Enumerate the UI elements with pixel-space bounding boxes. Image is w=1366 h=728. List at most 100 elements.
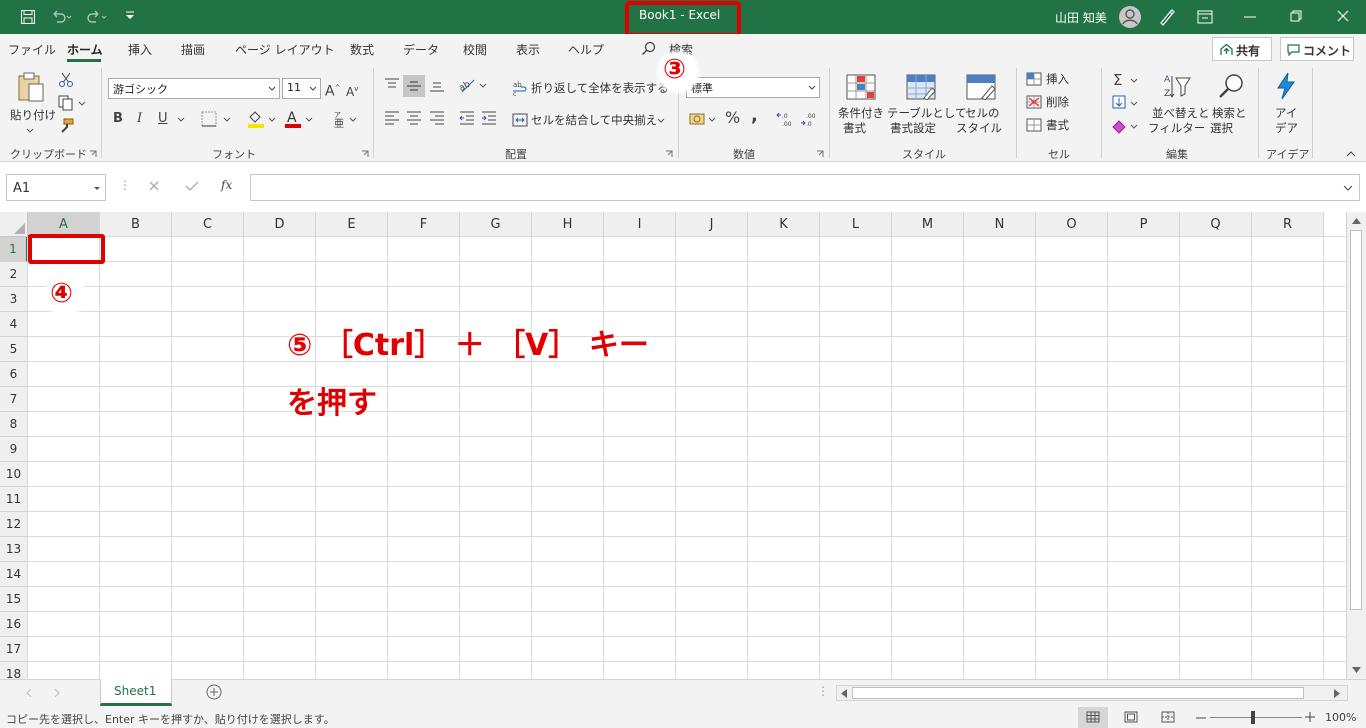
copy-icon[interactable] bbox=[58, 95, 88, 111]
normal-view-button[interactable] bbox=[1078, 707, 1108, 728]
restore-icon[interactable] bbox=[1290, 10, 1302, 22]
horizontal-scrollbar[interactable] bbox=[836, 685, 1348, 701]
collapse-ribbon-icon[interactable] bbox=[1346, 150, 1356, 157]
minimize-icon[interactable] bbox=[1244, 16, 1256, 18]
tab-formulas[interactable]: 数式 bbox=[350, 41, 374, 58]
vertical-scrollbar[interactable] bbox=[1346, 212, 1366, 679]
user-name[interactable]: 山田 知美 bbox=[1055, 9, 1107, 26]
increase-indent-icon[interactable] bbox=[480, 110, 498, 126]
redo-icon[interactable] bbox=[86, 9, 108, 25]
tab-help[interactable]: ヘルプ bbox=[568, 41, 604, 58]
zoom-in-icon[interactable] bbox=[1305, 712, 1315, 722]
align-right-icon[interactable] bbox=[428, 110, 446, 126]
dialog-launcher-icon[interactable] bbox=[665, 150, 673, 158]
conditional-formatting-label-2: 書式 bbox=[843, 121, 866, 135]
orientation-icon[interactable]: ab bbox=[458, 76, 490, 94]
sheet-tab[interactable]: Sheet1 bbox=[100, 679, 172, 706]
chevron-down-icon[interactable] bbox=[177, 117, 185, 123]
add-sheet-icon[interactable] bbox=[206, 684, 222, 700]
dialog-launcher-icon[interactable] bbox=[361, 150, 369, 158]
borders-icon[interactable] bbox=[201, 111, 233, 127]
pen-icon[interactable] bbox=[1158, 8, 1176, 26]
tab-insert[interactable]: 挿入 bbox=[128, 41, 152, 58]
search-icon[interactable] bbox=[641, 41, 657, 57]
font-color-icon[interactable]: A bbox=[284, 109, 316, 129]
conditional-formatting-button[interactable]: 条件付き 書式 bbox=[836, 72, 886, 142]
horizontal-scroll-thumb[interactable] bbox=[852, 687, 1304, 699]
svg-text:ab: ab bbox=[513, 81, 522, 89]
close-icon[interactable] bbox=[1337, 10, 1349, 22]
customize-qat-icon[interactable] bbox=[124, 10, 136, 22]
fill-icon[interactable] bbox=[1111, 94, 1143, 112]
tab-home[interactable]: ホーム bbox=[67, 41, 103, 58]
avatar[interactable] bbox=[1118, 5, 1142, 29]
align-center-icon[interactable] bbox=[405, 110, 423, 126]
underline-icon[interactable]: U bbox=[158, 110, 168, 128]
dialog-launcher-icon[interactable] bbox=[816, 150, 824, 158]
increase-decimal-icon[interactable]: .0.00 bbox=[776, 110, 796, 128]
phonetic-icon[interactable]: ア亜 bbox=[332, 109, 360, 129]
formula-input[interactable] bbox=[250, 174, 1360, 201]
tab-page-layout[interactable]: ページ レイアウト bbox=[235, 41, 335, 58]
merge-center-button[interactable]: セルを結合して中央揃え bbox=[512, 111, 670, 131]
comma-style-icon[interactable]: , bbox=[751, 107, 758, 125]
delete-cells-button[interactable]: 削除 bbox=[1026, 93, 1090, 111]
zoom-level[interactable]: 100% bbox=[1325, 711, 1356, 724]
tab-draw[interactable]: 描画 bbox=[181, 41, 205, 58]
zoom-out-icon[interactable] bbox=[1196, 717, 1206, 719]
undo-icon[interactable] bbox=[50, 9, 72, 25]
vertical-scroll-thumb[interactable] bbox=[1350, 230, 1362, 610]
align-bottom-icon[interactable] bbox=[428, 77, 446, 93]
font-size-combo[interactable]: 11 bbox=[282, 78, 321, 99]
zoom-slider[interactable] bbox=[1210, 717, 1302, 718]
confirm-entry-icon[interactable] bbox=[185, 180, 199, 192]
insert-cells-button[interactable]: 挿入 bbox=[1026, 70, 1090, 88]
format-cells-button[interactable]: 書式 bbox=[1026, 116, 1090, 134]
cancel-entry-icon[interactable] bbox=[148, 180, 160, 192]
page-layout-view-icon[interactable] bbox=[1124, 711, 1138, 723]
page-break-view-icon[interactable] bbox=[1161, 711, 1175, 723]
align-middle-icon[interactable] bbox=[403, 75, 425, 97]
cut-icon[interactable] bbox=[58, 72, 74, 88]
ideas-button[interactable]: アイ デア bbox=[1266, 72, 1306, 142]
wrap-text-button[interactable]: ab c 折り返して全体を表示する bbox=[512, 78, 669, 98]
separator bbox=[1258, 68, 1259, 158]
decrease-font-size-icon[interactable]: Av bbox=[346, 80, 358, 101]
tab-file[interactable]: ファイル bbox=[8, 41, 56, 58]
fill-color-icon[interactable] bbox=[247, 109, 279, 129]
align-left-icon[interactable] bbox=[383, 110, 401, 126]
autosum-icon[interactable]: Σ bbox=[1111, 71, 1143, 89]
find-select-button[interactable]: 検索と 選択 bbox=[1208, 72, 1254, 142]
name-box[interactable]: A1 bbox=[6, 174, 106, 201]
format-painter-icon[interactable] bbox=[58, 118, 74, 134]
tab-data[interactable]: データ bbox=[403, 41, 439, 58]
sheet-prev-icon[interactable] bbox=[26, 689, 32, 697]
italic-icon[interactable]: I bbox=[137, 110, 142, 128]
decrease-decimal-icon[interactable]: .00.0 bbox=[800, 110, 820, 128]
sheet-next-icon[interactable] bbox=[54, 689, 60, 697]
sort-filter-button[interactable]: AZ 並べ替えと フィルター bbox=[1148, 72, 1210, 142]
comment-button[interactable]: コメント bbox=[1280, 37, 1354, 61]
percent-style-icon[interactable]: % bbox=[725, 109, 740, 127]
ribbon-display-options-icon[interactable] bbox=[1197, 10, 1213, 24]
zoom-slider-thumb[interactable] bbox=[1251, 711, 1255, 724]
share-button[interactable]: 共有 bbox=[1212, 37, 1272, 61]
cell-styles-button[interactable]: セルの スタイル bbox=[955, 72, 1007, 142]
increase-font-size-icon[interactable]: A^ bbox=[325, 79, 340, 101]
number-format-combo[interactable]: 標準 bbox=[686, 77, 820, 98]
dialog-launcher-icon[interactable] bbox=[89, 150, 97, 158]
tab-view[interactable]: 表示 bbox=[516, 41, 540, 58]
svg-text:.00: .00 bbox=[806, 113, 816, 120]
bold-icon[interactable]: B bbox=[113, 110, 123, 128]
clear-icon[interactable] bbox=[1111, 117, 1143, 135]
worksheet-grid[interactable]: ABCDEFGHIJKLMNOPQR 1 2 3 4 5 6 7 8 9 10 11 12 13 14 15… bbox=[0, 212, 1346, 679]
save-icon[interactable] bbox=[20, 9, 36, 25]
decrease-indent-icon[interactable] bbox=[458, 110, 476, 126]
tab-review[interactable]: 校閲 bbox=[463, 41, 487, 58]
insert-function-icon[interactable]: fx bbox=[221, 178, 232, 192]
align-top-icon[interactable] bbox=[383, 77, 401, 93]
format-as-table-button[interactable]: テーブルとして 書式設定 bbox=[887, 72, 966, 142]
font-name-combo[interactable]: 游ゴシック bbox=[108, 78, 280, 99]
accounting-format-icon[interactable] bbox=[689, 110, 721, 128]
paste-button[interactable]: 貼り付け bbox=[8, 70, 56, 136]
